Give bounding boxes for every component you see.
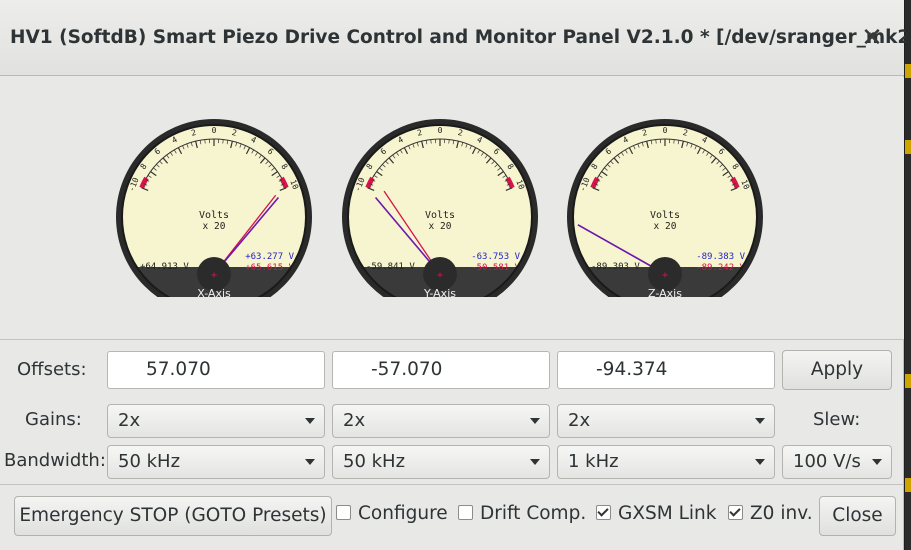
slew-select[interactable]: 100 V/s (782, 445, 892, 479)
meter-axis-label: X-Axis (197, 287, 231, 297)
z-bandwidth-select[interactable]: 1 kHz (557, 445, 775, 479)
z-offset-input[interactable]: -94.374 (557, 351, 775, 389)
z-gain-value: 2x (568, 410, 591, 431)
edge-marker (905, 374, 911, 388)
y-gain-select[interactable]: 2x (332, 404, 550, 438)
dropdown-arrow-icon (305, 459, 315, 465)
meter-scale-label: x 20 (203, 221, 226, 232)
dropdown-arrow-icon (755, 418, 765, 424)
background-window-edge (905, 0, 911, 550)
apply-button[interactable]: Apply (782, 350, 892, 390)
y-bandwidth-select[interactable]: 50 kHz (332, 445, 550, 479)
meter-tick-label: 0 (212, 126, 217, 135)
meter-center-mark: + (662, 270, 668, 281)
gains-label: Gains: (25, 409, 82, 430)
gxsm-link-checkbox[interactable]: GXSM Link (596, 503, 716, 529)
meter-value-left: +64.913 V (140, 262, 189, 272)
gxsm-link-label: GXSM Link (618, 503, 717, 524)
drift-comp-checkbox[interactable]: Drift Comp. (458, 503, 586, 529)
dropdown-arrow-icon (872, 459, 882, 465)
meter-value-left: -59.841 V (366, 262, 415, 272)
meter-panel: -10 8 6 4 2 0 2 4 6 8 10 Volts x 20 +64.913 V +63.277 … (0, 77, 904, 339)
configure-checkbox[interactable]: Configure (336, 503, 448, 529)
dropdown-arrow-icon (530, 459, 540, 465)
y-offset-input[interactable]: -57.070 (332, 351, 550, 389)
meter-value-left: -89.303 V (591, 262, 640, 272)
checkmark-icon (596, 505, 611, 520)
meter-scale-label: x 20 (654, 221, 677, 232)
meter-value-blue: -89.383 V (696, 252, 745, 262)
x-axis-meter: -10 8 6 4 2 0 2 4 6 8 10 Volts x 20 +64.913 V +63.277 … (113, 117, 315, 297)
title-bar[interactable]: HV1 (SoftdB) Smart Piezo Drive Control a… (0, 0, 911, 76)
x-gain-value: 2x (118, 410, 141, 431)
checkbox-box (336, 505, 351, 520)
slew-label: Slew: (813, 409, 861, 430)
x-gain-select[interactable]: 2x (107, 404, 325, 438)
dropdown-arrow-icon (305, 418, 315, 424)
close-button[interactable]: Close (819, 496, 896, 536)
z-gain-select[interactable]: 2x (557, 404, 775, 438)
meter-unit-label: Volts (425, 210, 455, 221)
edge-marker (905, 140, 911, 154)
y-gain-value: 2x (343, 410, 366, 431)
z0-inv-checkbox[interactable]: Z0 inv. (728, 503, 813, 529)
meter-center-mark: + (211, 270, 217, 281)
divider (0, 339, 904, 340)
meter-value-blue: +63.277 V (245, 252, 294, 262)
z-axis-meter: -10 8 6 4 2 0 2 4 6 8 10 Volts x 20 -89.303 V -89.383 … (564, 117, 766, 297)
offsets-label: Offsets: (17, 359, 87, 380)
edge-marker (905, 478, 911, 492)
bandwidth-label: Bandwidth: (4, 450, 106, 471)
checkbox-box (458, 505, 473, 520)
meter-value-blue: -63.753 V (471, 252, 520, 262)
meter-unit-label: Volts (650, 210, 680, 221)
x-bandwidth-value: 50 kHz (118, 451, 181, 472)
meter-axis-label: Z-Axis (648, 287, 682, 297)
emergency-stop-button[interactable]: Emergency STOP (GOTO Presets) (14, 496, 332, 536)
checkmark-icon (728, 505, 743, 520)
x-offset-input[interactable]: 57.070 (107, 351, 325, 389)
meter-tick-label: 0 (438, 126, 443, 135)
piezo-control-window: HV1 (SoftdB) Smart Piezo Drive Control a… (0, 0, 911, 550)
meter-unit-label: Volts (199, 210, 229, 221)
dropdown-arrow-icon (530, 418, 540, 424)
divider (0, 484, 904, 485)
meter-scale-label: x 20 (429, 221, 452, 232)
dropdown-arrow-icon (755, 459, 765, 465)
x-bandwidth-select[interactable]: 50 kHz (107, 445, 325, 479)
meter-axis-label: Y-Axis (423, 287, 456, 297)
close-icon[interactable]: ✕ (856, 20, 888, 56)
y-bandwidth-value: 50 kHz (343, 451, 406, 472)
window-title: HV1 (SoftdB) Smart Piezo Drive Control a… (10, 27, 911, 48)
z0-inv-label: Z0 inv. (750, 503, 813, 524)
edge-marker (905, 64, 911, 78)
z-bandwidth-value: 1 kHz (568, 451, 619, 472)
y-axis-meter: -10 8 6 4 2 0 2 4 6 8 10 Volts x 20 -59.841 V -63.753 … (339, 117, 541, 297)
meter-tick-label: 0 (663, 126, 668, 135)
meter-center-mark: + (437, 270, 443, 281)
drift-comp-label: Drift Comp. (480, 503, 587, 524)
slew-value: 100 V/s (793, 451, 861, 472)
configure-label: Configure (358, 503, 448, 524)
